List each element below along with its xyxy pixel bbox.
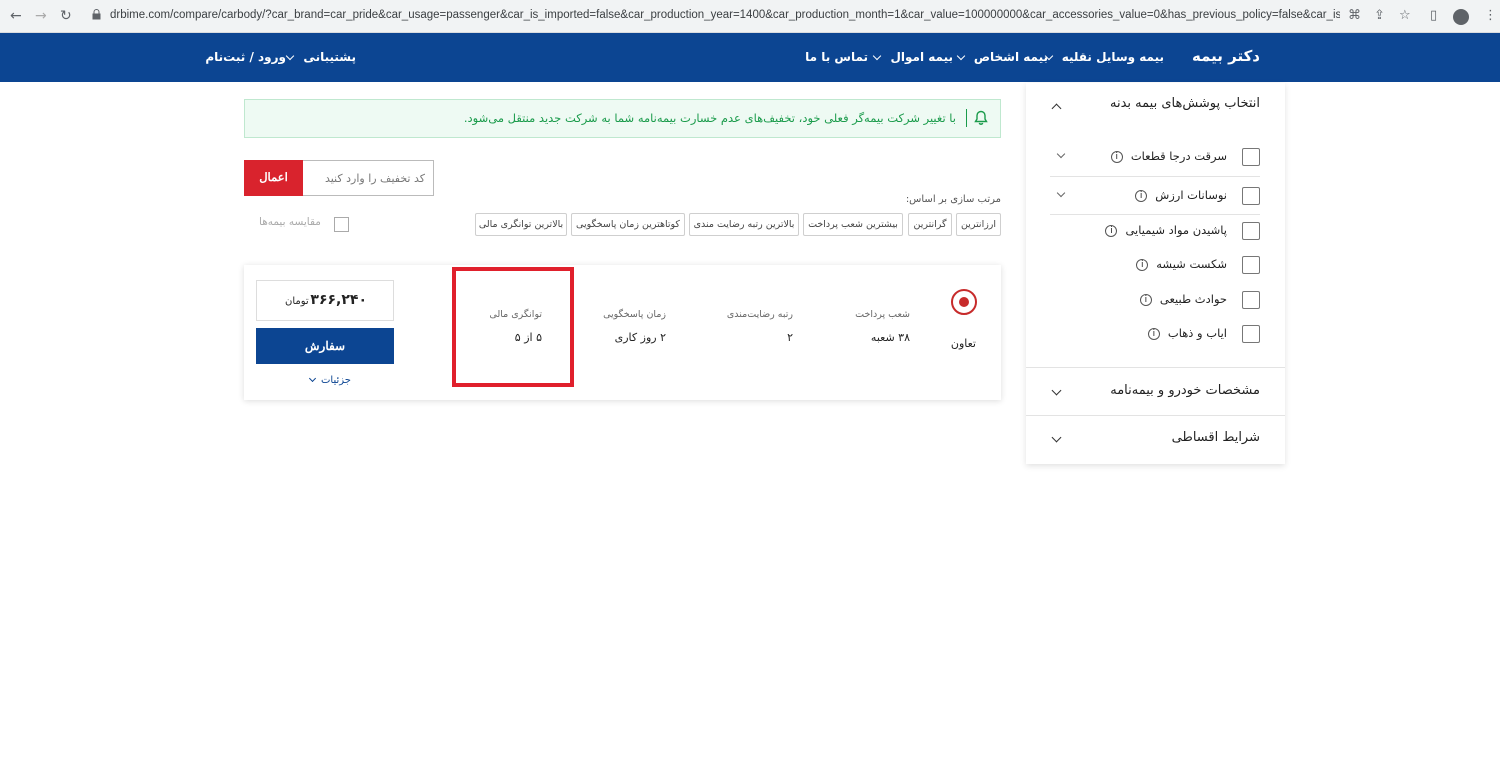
- info-icon[interactable]: i: [1136, 258, 1149, 271]
- compare-icon[interactable]: [334, 217, 349, 232]
- highlight-box: [452, 267, 574, 387]
- alert-text: با تغییر شرکت بیمه‌گر فعلی خود، تخفیف‌ها…: [463, 111, 956, 125]
- nav-item-contact[interactable]: تماس با ما: [805, 50, 868, 64]
- chevron-down-icon[interactable]: [1051, 432, 1062, 443]
- details-toggle[interactable]: جزئیات: [304, 374, 351, 386]
- info-icon[interactable]: i: [1139, 293, 1152, 306]
- chevron-down-icon[interactable]: [1056, 188, 1066, 198]
- divider: [1026, 367, 1285, 368]
- coverage-checkbox[interactable]: [1242, 222, 1260, 240]
- sort-most-expensive[interactable]: گرانترین: [908, 213, 952, 236]
- divider: [1050, 176, 1260, 177]
- translate-icon[interactable]: ⌘: [1348, 8, 1361, 23]
- forward-icon[interactable]: →: [35, 8, 47, 24]
- coverage-item-glass[interactable]: شکست شیشهi: [1026, 250, 1285, 280]
- url-text: drbime.com/compare/carbody/?car_brand=ca…: [110, 9, 1340, 21]
- coverage-item-chemicals[interactable]: پاشیدن مواد شیمیاییi: [1026, 216, 1285, 246]
- coverages-title[interactable]: انتخاب پوشش‌های بیمه بدنه: [1110, 96, 1260, 111]
- chevron-down-icon: [956, 51, 965, 61]
- info-icon[interactable]: i: [1135, 189, 1148, 202]
- chevron-down-icon: [285, 51, 295, 61]
- price-value: ۳۶۶,۲۴۰: [310, 292, 367, 308]
- coverage-item-commute[interactable]: ایاب و ذهابi: [1026, 319, 1285, 349]
- filter-sidebar: انتخاب پوشش‌های بیمه بدنه سرقت درجا قطعا…: [1026, 83, 1285, 464]
- info-icon[interactable]: i: [1105, 224, 1118, 237]
- address-bar[interactable]: drbime.com/compare/carbody/?car_brand=ca…: [86, 4, 1342, 30]
- divider: [1026, 415, 1285, 416]
- response-time-title: زمان پاسخگویی: [603, 309, 666, 320]
- coverage-checkbox[interactable]: [1242, 148, 1260, 166]
- alert-divider: [966, 109, 967, 127]
- side-panel-icon[interactable]: ▯: [1430, 8, 1437, 23]
- order-button[interactable]: سفارش: [256, 328, 394, 364]
- menu-icon[interactable]: ⋮: [1484, 8, 1497, 23]
- divider: [1050, 214, 1260, 215]
- site-logo[interactable]: دکتر بیمه: [1192, 47, 1260, 65]
- back-icon[interactable]: ←: [10, 8, 22, 24]
- chevron-down-icon[interactable]: [1051, 385, 1062, 396]
- login-link[interactable]: ورود / ثبت‌نام: [205, 50, 286, 64]
- satisfaction-value: ۲: [787, 331, 793, 344]
- chevron-down-icon[interactable]: [1056, 149, 1066, 159]
- reload-icon[interactable]: ↻: [60, 8, 72, 24]
- chevron-up-icon[interactable]: [1051, 103, 1062, 114]
- share-icon[interactable]: ⇪: [1374, 8, 1385, 23]
- sort-label: مرتب سازی بر اساس:: [905, 194, 1001, 205]
- star-icon[interactable]: ☆: [1399, 8, 1411, 23]
- response-time-value: ۲ روز کاری: [614, 331, 666, 344]
- info-icon[interactable]: i: [1110, 150, 1123, 163]
- info-icon[interactable]: i: [1147, 327, 1160, 340]
- coverage-item-value-fluctuation[interactable]: نوسانات ارزشi: [1026, 181, 1285, 211]
- coverage-checkbox[interactable]: [1242, 187, 1260, 205]
- sort-shortest-response[interactable]: کوتاهترین زمان پاسخگویی: [571, 213, 685, 236]
- branches-title: شعب پرداخت: [855, 309, 910, 320]
- main-navbar: دکتر بیمه بیمه وسایل نقلیه بیمه اشخاص بی…: [0, 33, 1500, 82]
- company-name: تعاون: [950, 337, 976, 350]
- coverage-item-natural-disasters[interactable]: حوادث طبیعیi: [1026, 285, 1285, 315]
- sort-most-branches[interactable]: بیشترین شعب پرداخت: [803, 213, 903, 236]
- coverage-checkbox[interactable]: [1242, 256, 1260, 274]
- nav-item-property[interactable]: بیمه اموال: [873, 50, 953, 64]
- satisfaction-title: رتبه رضایت‌مندی: [726, 309, 793, 320]
- browser-toolbar: ← → ↻ drbime.com/compare/carbody/?car_br…: [0, 0, 1500, 33]
- sort-highest-satisfaction[interactable]: بالاترین رتبه رضایت مندی: [689, 213, 799, 236]
- sort-highest-solvency[interactable]: بالاترین توانگری مالی: [475, 213, 567, 236]
- nav-item-support[interactable]: پشتیبانی: [285, 50, 356, 64]
- chevron-down-icon: [308, 374, 317, 383]
- price-box: ۳۶۶,۲۴۰ تومان: [256, 280, 394, 321]
- coverage-checkbox[interactable]: [1242, 325, 1260, 343]
- apply-discount-button[interactable]: اعمال: [244, 160, 303, 196]
- info-alert: با تغییر شرکت بیمه‌گر فعلی خود، تخفیف‌ها…: [244, 99, 1001, 138]
- chevron-down-icon: [873, 51, 882, 61]
- installments-section[interactable]: شرایط اقساطی: [1172, 430, 1260, 445]
- price-unit: تومان: [285, 296, 309, 307]
- nav-item-vehicle[interactable]: بیمه وسایل نقلیه: [1044, 50, 1164, 64]
- company-logo: [951, 289, 977, 315]
- car-specs-section[interactable]: مشخصات خودرو و بیمه‌نامه: [1110, 383, 1260, 398]
- lock-icon: [92, 9, 101, 20]
- bell-icon: [974, 110, 988, 125]
- discount-code-input[interactable]: [303, 160, 434, 196]
- nav-item-persons[interactable]: بیمه اشخاص: [956, 50, 1048, 64]
- sort-cheapest[interactable]: ارزانترین: [956, 213, 1001, 236]
- insurance-result-card: تعاون شعب پرداخت ۳۸ شعبه رتبه رضایت‌مندی…: [244, 265, 1001, 400]
- branches-value: ۳۸ شعبه: [870, 331, 910, 344]
- coverage-checkbox[interactable]: [1242, 291, 1260, 309]
- compare-insurances-link[interactable]: مقایسه بیمه‌ها: [259, 216, 321, 228]
- profile-avatar[interactable]: [1453, 9, 1469, 25]
- coverage-item-theft[interactable]: سرقت درجا قطعاتi: [1026, 142, 1285, 172]
